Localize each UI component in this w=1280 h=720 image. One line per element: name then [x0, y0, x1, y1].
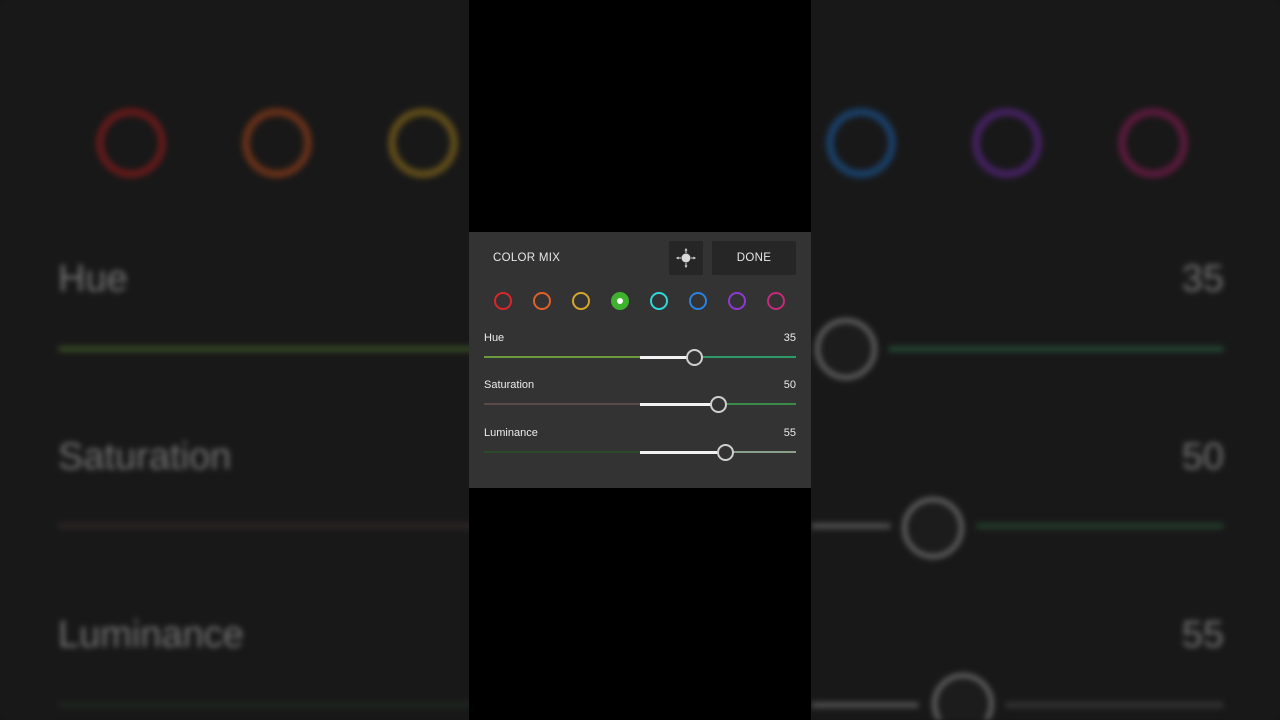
color-mix-panel: COLOR MIX DONE Hue 35 Saturation 50 Luminanc… [469, 232, 811, 488]
bg-hue-track [58, 346, 478, 352]
color-swatch-row [469, 291, 811, 313]
hue-slider-row: Hue 35 [484, 332, 796, 372]
hue-value: 35 [783, 332, 796, 344]
swatch-yellow[interactable] [572, 292, 590, 310]
bg-hue-value: 35 [1181, 258, 1224, 300]
bg-luminance-knob [932, 673, 994, 720]
luminance-label: Luminance [484, 427, 538, 439]
luminance-slider-track[interactable] [484, 450, 796, 454]
saturation-slider-thumb[interactable] [709, 396, 727, 413]
hue-slider-thumb[interactable] [686, 349, 704, 366]
swatch-red[interactable] [494, 292, 512, 310]
target-adjust-icon [676, 248, 696, 268]
bg-luminance-track-center [811, 702, 919, 708]
bg-saturation-track-center [811, 523, 891, 529]
saturation-track-fill [640, 402, 718, 406]
bg-red-ring [96, 108, 166, 178]
selected-indicator-icon [617, 298, 623, 304]
panel-title: COLOR MIX [493, 252, 561, 264]
saturation-value: 50 [783, 379, 796, 391]
bg-magenta-ring [1118, 108, 1188, 178]
luminance-slider-thumb[interactable] [717, 444, 735, 461]
bg-orange-ring [242, 108, 312, 178]
bg-luminance-value: 55 [1181, 614, 1224, 656]
bg-hue-knob [815, 318, 877, 380]
hue-slider-track[interactable] [484, 355, 796, 359]
hue-label: Hue [484, 332, 505, 344]
panel-header: COLOR MIX DONE [469, 232, 811, 286]
swatch-orange[interactable] [533, 292, 551, 310]
luminance-value: 55 [783, 427, 796, 439]
bg-luminance-track [58, 702, 478, 708]
saturation-slider-track[interactable] [484, 402, 796, 406]
bg-hue-track-right [888, 346, 1224, 352]
bg-yellow-ring [388, 108, 458, 178]
saturation-slider-row: Saturation 50 [484, 379, 796, 419]
done-button[interactable]: DONE [712, 241, 796, 275]
swatch-purple[interactable] [728, 292, 746, 310]
saturation-track-left [484, 403, 640, 405]
saturation-label: Saturation [484, 379, 535, 391]
bg-purple-ring [972, 108, 1042, 178]
bg-saturation-track-right [976, 523, 1224, 529]
bg-saturation-label: Saturation [58, 436, 232, 478]
swatch-blue[interactable] [689, 292, 707, 310]
luminance-track-fill [640, 450, 726, 454]
swatch-magenta[interactable] [767, 292, 785, 310]
swatch-green[interactable] [611, 292, 629, 310]
bg-saturation-track [58, 523, 478, 529]
bg-luminance-label: Luminance [58, 614, 244, 656]
bg-luminance-track-right [1005, 702, 1224, 708]
bg-blue-ring [826, 108, 896, 178]
target-adjust-button[interactable] [669, 241, 703, 275]
luminance-track-left [484, 451, 640, 453]
luminance-slider-row: Luminance 55 [484, 427, 796, 467]
bg-saturation-value: 50 [1181, 436, 1224, 478]
hue-track-left [484, 356, 640, 358]
bg-saturation-knob [902, 497, 964, 559]
bg-hue-label: Hue [58, 258, 128, 300]
swatch-aqua[interactable] [650, 292, 668, 310]
